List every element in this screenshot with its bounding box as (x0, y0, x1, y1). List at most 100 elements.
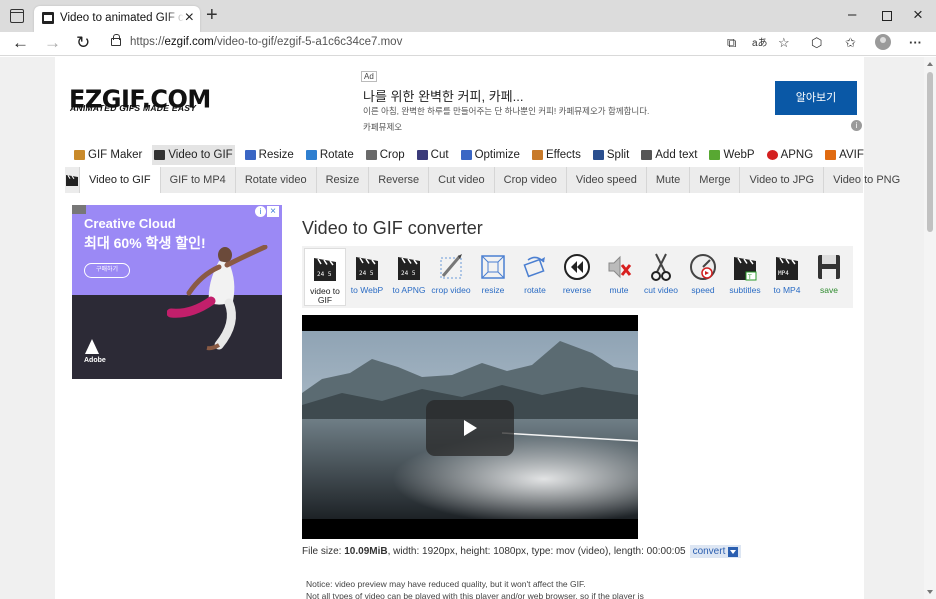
side-banner-ad[interactable]: Creative Cloud 최대 60% 학생 할인! 구매하기 Adobe … (72, 205, 282, 379)
clapper-icon: 24 5 (398, 257, 420, 280)
browser-tab[interactable]: Video to animated GIF converter × (34, 6, 200, 32)
tool-video-to-gif[interactable]: 24 5 video to GIF (304, 248, 346, 306)
scroll-thumb[interactable] (927, 72, 933, 232)
ad-close-icon[interactable]: × (267, 206, 279, 217)
url-field[interactable]: https://ezgif.com/video-to-gif/ezgif-5-a… (130, 36, 402, 48)
tool-to-webp[interactable]: 24 5 to WebP (346, 248, 388, 306)
tool-reverse[interactable]: reverse (556, 248, 598, 306)
nav-gif-maker[interactable]: GIF Maker (72, 145, 144, 165)
subnav-merge[interactable]: Merge (689, 167, 739, 193)
subnav-video-to-jpg[interactable]: Video to JPG (739, 167, 823, 193)
sub-nav: Video to GIF GIF to MP4 Rotate video Res… (65, 167, 900, 193)
nav-crop[interactable]: Crop (364, 145, 407, 165)
minimize-icon[interactable]: – (848, 6, 856, 24)
tool-label: mute (609, 285, 629, 295)
nav-split[interactable]: Split (591, 145, 631, 165)
reload-icon[interactable]: ↻ (76, 33, 90, 53)
tool-subtitles[interactable]: T subtitles (724, 248, 766, 306)
subnav-video-to-gif[interactable]: Video to GIF (79, 167, 160, 193)
nav-rotate[interactable]: Rotate (304, 145, 356, 165)
subnav-resize[interactable]: Resize (315, 167, 369, 193)
file-size-value: 10.09MiB (344, 546, 388, 557)
new-tab-icon[interactable]: + (206, 4, 218, 26)
tool-speed[interactable]: speed (682, 248, 724, 306)
read-aloud-icon[interactable]: aあ (752, 36, 768, 52)
tool-resize[interactable]: resize (472, 248, 514, 306)
tool-cut-video[interactable]: cut video (640, 248, 682, 306)
convert-button[interactable]: convert (689, 545, 742, 558)
cut-icon (416, 150, 428, 160)
tool-label: reverse (562, 285, 592, 295)
clapper-icon: MP4 (776, 257, 798, 280)
play-button[interactable] (426, 400, 514, 456)
tool-to-mp4[interactable]: MP4 to MP4 (766, 248, 808, 306)
favorites-icon[interactable]: ✩ (845, 35, 856, 51)
svg-text:T: T (747, 274, 752, 281)
nav-avif[interactable]: AVIF (823, 145, 866, 165)
forward-icon[interactable]: → (44, 33, 61, 53)
subnav-reverse[interactable]: Reverse (368, 167, 428, 193)
tool-mute[interactable]: mute (598, 248, 640, 306)
svg-text:MP4: MP4 (778, 270, 789, 277)
add-text-icon (641, 150, 653, 160)
nav-video-to-gif[interactable]: Video to GIF (152, 145, 235, 165)
subnav-crop-video[interactable]: Crop video (493, 167, 566, 193)
scroll-up-icon[interactable] (927, 62, 933, 66)
lock-icon[interactable] (111, 34, 121, 46)
ad-info-icon[interactable]: i (255, 206, 266, 217)
ad-source: 카페뮤제오 (363, 122, 403, 132)
svg-text:24 5: 24 5 (359, 270, 374, 277)
tool-to-apng[interactable]: 24 5 to APNG (388, 248, 430, 306)
tool-label: cut video (643, 285, 679, 295)
side-ad-buy-button[interactable]: 구매하기 (84, 263, 130, 278)
gif-maker-icon (74, 150, 85, 160)
favorites-add-icon[interactable]: ☆ (778, 35, 790, 51)
mute-icon (608, 255, 632, 279)
close-window-icon[interactable]: × (913, 6, 923, 24)
more-icon[interactable]: ··· (909, 35, 922, 51)
ad-headline[interactable]: 나를 위한 완벽한 커피, 카페... (363, 86, 523, 105)
subnav-video-speed[interactable]: Video speed (565, 167, 646, 193)
subnav-rotate-video[interactable]: Rotate video (234, 167, 316, 193)
clapper-icon: 24 5 (356, 257, 378, 280)
side-ad-title: Creative Cloud (84, 216, 176, 231)
subnav-video-to-png[interactable]: Video to PNG (823, 167, 909, 193)
dancer-illustration (167, 245, 268, 351)
maximize-icon[interactable] (882, 11, 892, 21)
nav-add-text[interactable]: Add text (639, 145, 699, 165)
profile-avatar[interactable] (875, 34, 891, 50)
nav-apng[interactable]: APNG (765, 145, 816, 165)
scroll-down-icon[interactable] (927, 590, 933, 594)
download-icon (728, 546, 739, 557)
nav-optimize[interactable]: Optimize (459, 145, 522, 165)
tab-close-icon[interactable]: × (185, 9, 194, 27)
tool-rotate[interactable]: rotate (514, 248, 556, 306)
back-icon[interactable]: ← (12, 33, 29, 53)
speed-icon (690, 254, 716, 280)
video-to-gif-icon (154, 150, 166, 160)
tab-title: Video to animated GIF converter (60, 12, 184, 24)
split-icon (592, 150, 604, 160)
page-scrollbar[interactable] (924, 57, 936, 599)
rotate-icon (523, 256, 545, 278)
ad-cta-button[interactable]: 알아보기 (775, 81, 857, 115)
crop-icon (365, 150, 377, 160)
tab-actions-icon[interactable] (10, 9, 24, 23)
app-available-icon[interactable]: ⧉ (727, 35, 736, 51)
nav-resize[interactable]: Resize (243, 145, 296, 165)
webp-icon (709, 150, 721, 160)
subnav-cut-video[interactable]: Cut video (428, 167, 493, 193)
subtitles-icon: T (734, 257, 757, 281)
nav-effects[interactable]: Effects (530, 145, 583, 165)
tool-save[interactable]: save (808, 248, 850, 306)
nav-cut[interactable]: Cut (415, 145, 451, 165)
ad-info-icon[interactable]: i (851, 120, 862, 131)
extensions-icon[interactable]: ⬡ (811, 35, 822, 51)
svg-text:24 5: 24 5 (401, 270, 416, 277)
resize-icon (244, 150, 256, 160)
subnav-mute[interactable]: Mute (645, 167, 689, 193)
tool-crop-video[interactable]: crop video (430, 248, 472, 306)
subnav-gif-to-mp4[interactable]: GIF to MP4 (159, 167, 235, 193)
top-banner-ad[interactable]: Ad 나를 위한 완벽한 커피, 카페... 이른 아침, 완벽한 하루를 만들… (355, 69, 863, 135)
nav-webp[interactable]: WebP (707, 145, 756, 165)
